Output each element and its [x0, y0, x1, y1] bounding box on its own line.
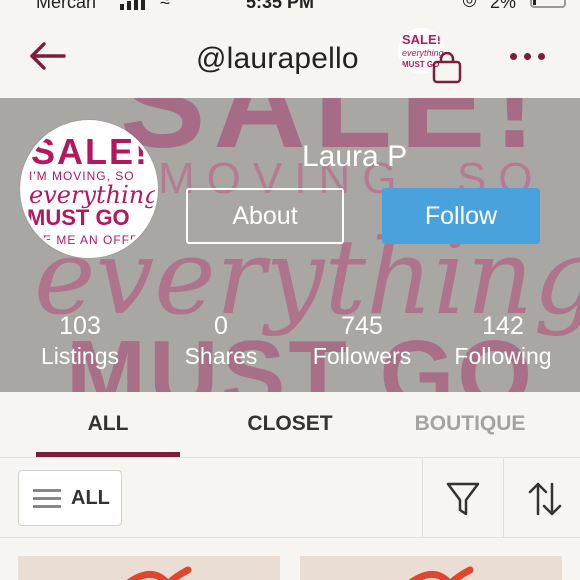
divider	[503, 458, 504, 538]
stat-value: 142	[482, 312, 524, 340]
sort-button[interactable]	[520, 476, 570, 522]
listing-card[interactable]	[300, 556, 562, 580]
shopping-bag-icon	[432, 51, 462, 84]
listing-grid	[0, 538, 580, 580]
menu-lines-icon	[33, 487, 63, 509]
listing-card[interactable]	[18, 556, 280, 580]
signal-icon	[120, 0, 145, 10]
battery-percent: 2%	[490, 0, 517, 12]
top-nav-bar: @laurapello SALE! everything MUST GO	[0, 14, 580, 98]
carrier-label: Mercari	[36, 0, 97, 12]
category-label: ALL	[71, 486, 110, 509]
avatar-sale-text: SALE!	[31, 131, 149, 172]
stat-label: Following	[454, 343, 552, 369]
follow-button[interactable]: Follow	[382, 188, 540, 244]
stat-value: 0	[214, 312, 228, 340]
category-all-button[interactable]: ALL	[18, 470, 122, 526]
tab-boutique[interactable]: BOUTIQUE	[398, 412, 542, 436]
divider	[422, 458, 423, 538]
arrow-left-icon	[30, 42, 66, 70]
profile-name: Laura P	[302, 140, 408, 173]
avatar-must-go-text: MUST GO	[27, 205, 130, 230]
filter-bar: ALL	[0, 458, 580, 538]
battery-icon	[530, 0, 566, 8]
status-bar: Mercari ≈ 5:35 PM ◎ 2%	[0, 0, 580, 14]
avatar-offer-text: AKE ME AN OFFE	[25, 233, 140, 247]
page-title: @laurapello	[196, 42, 359, 75]
wifi-icon: ≈	[160, 0, 170, 11]
tab-closet[interactable]: CLOSET	[218, 412, 362, 436]
more-dot	[524, 53, 531, 60]
more-options-button[interactable]	[508, 44, 548, 68]
stat-label: Shares	[184, 343, 258, 369]
sort-arrows-icon	[528, 482, 562, 516]
closet-tabs: ALL CLOSET BOUTIQUE	[0, 392, 580, 458]
stat-value: 103	[59, 312, 101, 340]
shopping-bag-button[interactable]	[430, 51, 464, 86]
about-button[interactable]: About	[186, 188, 344, 244]
more-dot	[538, 53, 545, 60]
listing-image	[408, 566, 474, 580]
stat-shares[interactable]: 0 Shares	[151, 312, 291, 372]
stat-following[interactable]: 142 Following	[433, 312, 573, 372]
active-tab-indicator	[36, 452, 180, 457]
status-time: 5:35 PM	[246, 0, 315, 12]
stat-label: Followers	[312, 343, 412, 369]
profile-avatar[interactable]: SALE! I'M MOVING, SO everything MUST GO …	[20, 120, 158, 258]
more-dots-icon	[510, 53, 517, 60]
back-button[interactable]	[24, 38, 70, 74]
listing-image	[126, 566, 192, 580]
stat-listings[interactable]: 103 Listings	[10, 312, 150, 372]
stat-value: 745	[341, 312, 383, 340]
filter-button[interactable]	[438, 476, 488, 522]
stat-label: Listings	[41, 343, 119, 369]
orientation-lock-icon: ◎	[462, 0, 477, 10]
thumb-sale-text: SALE!	[402, 32, 441, 47]
tab-all[interactable]: ALL	[36, 412, 180, 436]
filter-funnel-icon	[446, 482, 480, 516]
stat-followers[interactable]: 745 Followers	[292, 312, 432, 372]
